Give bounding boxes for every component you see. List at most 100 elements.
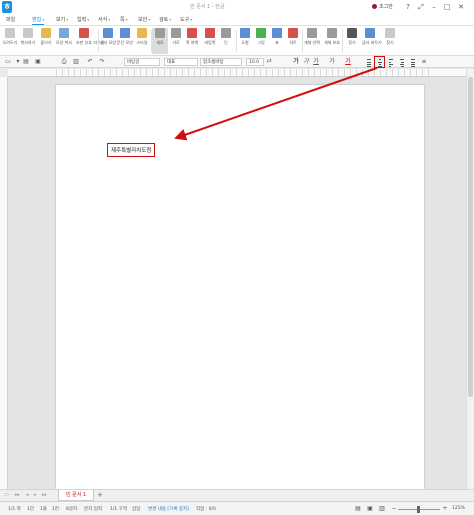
font-color-icon[interactable]: 가 (344, 58, 352, 66)
user-account[interactable]: 조그만 (372, 3, 393, 10)
style-button[interactable]: 스타일 (134, 28, 150, 45)
minimize-icon[interactable]: – (429, 2, 439, 12)
tab-nav-icon[interactable]: ▭ (4, 492, 9, 498)
zoom-in-icon[interactable]: + (441, 505, 449, 513)
clear-marks-button[interactable]: 조판 부호 지우기 (76, 28, 104, 45)
status-area: 1/1 구역 (110, 507, 127, 512)
master-page-icon (205, 28, 215, 38)
menu-insert[interactable]: 입력▾ (77, 16, 89, 23)
shape-button[interactable]: 도형 (237, 28, 253, 45)
status-bar: 1/1 쪽 1단 1줄 1칸 8글자 문자 입력 1/1 구역 삽입 변경 내용… (0, 501, 474, 515)
menu-bar: 파일 편집▾ 보기▾ 입력▾ 서식▾ 쪽▾ 보안▾ 검토▾ 도구▾ (0, 14, 474, 26)
document-workspace: 제주특별자치도청 (8, 77, 466, 489)
page-margin-button[interactable]: 쪽 여백 (184, 28, 200, 45)
maximize-icon[interactable]: □ (442, 2, 452, 12)
menu-page[interactable]: 쪽▾ (120, 16, 128, 23)
align-right-button[interactable] (397, 57, 406, 68)
line-spacing-icon[interactable]: ≡ (420, 58, 428, 66)
save-icon[interactable]: ▣ (34, 58, 42, 66)
lock-icon (327, 28, 337, 38)
shape-icon (240, 28, 250, 38)
scrollbar-thumb[interactable] (468, 77, 473, 397)
redo-icon[interactable]: ↷ (98, 58, 106, 66)
align-left-button[interactable] (386, 57, 395, 68)
view-double-page-icon[interactable]: ▥ (378, 505, 386, 513)
replace-icon (365, 28, 375, 38)
last-tab-icon[interactable]: ▸▸ (42, 492, 47, 498)
italic-icon[interactable]: 가 (302, 58, 310, 66)
status-section: 1단 (27, 507, 35, 512)
select-object-button[interactable]: 개체 선택 (304, 28, 320, 45)
bold-icon[interactable]: 가 (292, 58, 300, 66)
replace-button[interactable]: 글자 바꾸기 (362, 28, 382, 45)
menu-format[interactable]: 서식▾ (98, 16, 110, 23)
strikethrough-icon[interactable]: 가 (328, 58, 336, 66)
menu-view[interactable]: 보기▾ (56, 16, 68, 23)
add-tab-button[interactable]: + (97, 491, 103, 499)
chevron-down-icon[interactable]: ▾ (14, 58, 22, 66)
menu-security[interactable]: 보안▾ (138, 16, 150, 23)
first-tab-icon[interactable]: ◂◂ (14, 492, 19, 498)
vertical-scrollbar[interactable] (466, 69, 474, 489)
zoom-out-icon[interactable]: − (390, 505, 398, 513)
menu-review[interactable]: 검토▾ (159, 16, 171, 23)
picture-button[interactable]: 그림 (253, 28, 269, 45)
view-page-icon[interactable]: ▣ (366, 505, 374, 513)
align-justify-button[interactable] (364, 57, 373, 68)
scissors-icon (5, 28, 15, 38)
status-input-mode[interactable]: 문자 입력 (84, 506, 102, 512)
cut-button[interactable]: 오려두기 (2, 28, 18, 45)
paste-button[interactable]: 붙이기 (38, 28, 54, 45)
language-combo[interactable]: 대표 (164, 58, 198, 66)
columns-button[interactable]: 단 (218, 28, 234, 45)
align-center-button[interactable] (374, 56, 385, 68)
copy-button[interactable]: 복사하기 (20, 28, 36, 45)
landscape-button[interactable]: 가로 (168, 28, 184, 45)
portrait-button[interactable]: 세로 (152, 28, 168, 54)
status-network: 작업 : 0/0 (196, 507, 216, 512)
horizontal-ruler[interactable] (8, 69, 466, 77)
para-shape-button[interactable]: 문단 모양 (117, 28, 133, 45)
align-distribute-button[interactable] (408, 57, 417, 68)
menu-tools[interactable]: 도구▾ (180, 16, 192, 23)
master-page-button[interactable]: 바탕쪽 (202, 28, 218, 45)
preview-icon[interactable]: ▥ (72, 58, 80, 66)
undo-icon[interactable]: ↶ (86, 58, 94, 66)
document-text[interactable]: 제주특별자치도청 (107, 143, 156, 157)
find-button[interactable]: 찾기 (344, 28, 360, 45)
status-insert-mode[interactable]: 삽입 (132, 506, 140, 512)
zoom-level[interactable]: 125% (452, 506, 465, 511)
zoom-slider-handle[interactable] (417, 506, 420, 513)
prev-tab-icon[interactable]: ◂ (26, 492, 29, 498)
font-size-input[interactable]: 10.0 (246, 58, 264, 66)
view-normal-icon[interactable]: ▤ (354, 505, 362, 513)
menu-file[interactable]: 파일 (6, 16, 15, 23)
hancom-logo-icon: ㅎ (2, 1, 12, 13)
chart-button[interactable]: 차트 (285, 28, 301, 45)
open-folder-icon[interactable]: ▤ (22, 58, 30, 66)
new-document-icon[interactable]: ▭ (4, 58, 12, 66)
document-page[interactable]: 제주특별자치도청 (56, 85, 424, 489)
next-tab-icon[interactable]: ▸ (34, 492, 37, 498)
status-page: 1/1 쪽 (8, 507, 21, 512)
vertical-ruler[interactable] (0, 77, 8, 489)
print-icon[interactable]: ⎙ (60, 58, 68, 66)
underline-icon[interactable]: 가 (312, 58, 320, 66)
eraser-icon (79, 28, 89, 38)
title-bar: ㅎ 빈 문서 1 - 한글 조그만 ? ⤢ – □ ✕ (0, 0, 474, 14)
protect-object-button[interactable]: 개체 보호 (324, 28, 340, 45)
menu-edit[interactable]: 편집▾ (32, 16, 45, 25)
char-shape-button[interactable]: 글자 모양 (100, 28, 116, 45)
help-icon[interactable]: ? (403, 2, 413, 12)
style-combo[interactable]: 바탕글 (124, 58, 160, 66)
tab-document-1[interactable]: 빈 문서 1 (58, 490, 94, 501)
status-track-changes[interactable]: 변경 내용 [기록 중지] (148, 506, 189, 512)
ribbon-toolbar: 오려두기 복사하기 붙이기 모양 복사 조판 부호 지우기 글자 모양 문단 모… (0, 26, 474, 56)
font-combo[interactable]: 함초롬바탕 (200, 58, 242, 66)
table-icon (272, 28, 282, 38)
table-button[interactable]: 표 (269, 28, 285, 45)
restore-icon[interactable]: ⤢ (416, 2, 426, 12)
close-icon[interactable]: ✕ (456, 2, 466, 12)
format-painter-button[interactable]: 모양 복사 (56, 28, 72, 45)
goto-button[interactable]: 찾기 (382, 28, 398, 45)
